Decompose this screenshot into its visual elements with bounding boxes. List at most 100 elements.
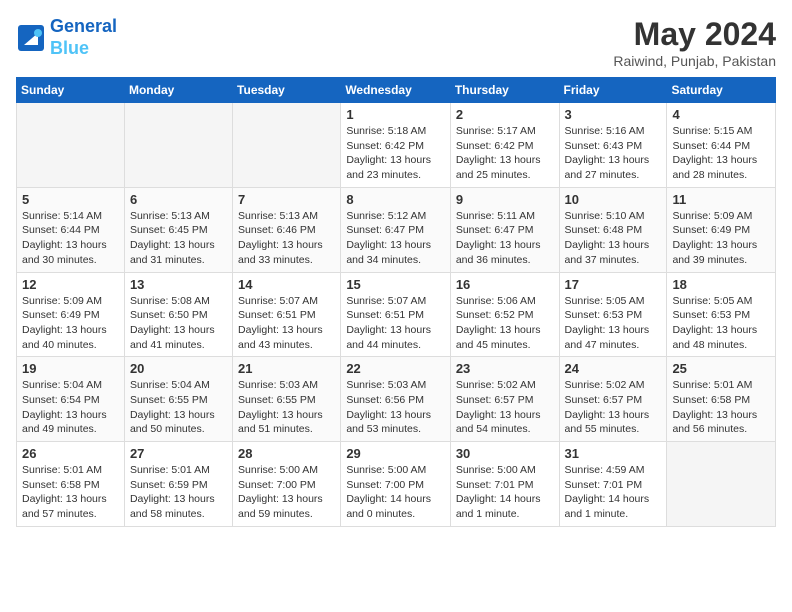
day-info: Sunrise: 5:07 AM Sunset: 6:51 PM Dayligh… (346, 294, 445, 353)
calendar-cell: 13 Sunrise: 5:08 AM Sunset: 6:50 PM Dayli… (124, 272, 232, 357)
day-number: 1 (346, 107, 445, 122)
weekday-header-monday: Monday (124, 78, 232, 103)
calendar-cell: 22Sunrise: 5:03 AM Sunset: 6:56 PM Dayli… (341, 357, 451, 442)
day-info: Sunrise: 5:00 AM Sunset: 7:01 PM Dayligh… (456, 463, 554, 522)
day-number: 28 (238, 446, 335, 461)
day-info: Sunrise: 5:16 AM Sunset: 6:43 PM Dayligh… (565, 124, 662, 183)
page-header: GeneralBlue May 2024 Raiwind, Punjab, Pa… (16, 16, 776, 69)
calendar-cell: 29 Sunrise: 5:00 AM Sunset: 7:00 PM Dayli… (341, 442, 451, 527)
day-info: Sunrise: 5:05 AM Sunset: 6:53 PM Dayligh… (672, 294, 770, 353)
calendar-cell: 16 Sunrise: 5:06 AM Sunset: 6:52 PM Dayli… (450, 272, 559, 357)
weekday-header-friday: Friday (559, 78, 667, 103)
day-info: Sunrise: 4:59 AM Sunset: 7:01 PM Dayligh… (565, 463, 662, 522)
day-number: 11 (672, 192, 770, 207)
day-info: Sunrise: 5:08 AM Sunset: 6:50 PM Dayligh… (130, 294, 227, 353)
day-info: Sunrise: 5:02 AM Sunset: 6:57 PM Dayligh… (565, 378, 662, 437)
calendar-cell: 11 Sunrise: 5:09 AM Sunset: 6:49 PM Dayli… (667, 187, 776, 272)
day-number: 6 (130, 192, 227, 207)
calendar-cell: 17 Sunrise: 5:05 AM Sunset: 6:53 PM Dayli… (559, 272, 667, 357)
day-number: 5 (22, 192, 119, 207)
day-info: Sunrise: 5:09 AM Sunset: 6:49 PM Dayligh… (22, 294, 119, 353)
day-number: 19 (22, 361, 119, 376)
day-number: 4 (672, 107, 770, 122)
calendar-cell: 15 Sunrise: 5:07 AM Sunset: 6:51 PM Dayli… (341, 272, 451, 357)
calendar-table: SundayMondayTuesdayWednesdayThursdayFrid… (16, 77, 776, 527)
calendar-cell: 25 Sunrise: 5:01 AM Sunset: 6:58 PM Dayli… (667, 357, 776, 442)
calendar-cell (124, 103, 232, 188)
weekday-header-row: SundayMondayTuesdayWednesdayThursdayFrid… (17, 78, 776, 103)
calendar-cell: 9Sunrise: 5:11 AM Sunset: 6:47 PM Daylig… (450, 187, 559, 272)
day-info: Sunrise: 5:18 AM Sunset: 6:42 PM Dayligh… (346, 124, 445, 183)
month-year-title: May 2024 (613, 16, 776, 53)
day-number: 30 (456, 446, 554, 461)
calendar-cell (233, 103, 341, 188)
day-number: 27 (130, 446, 227, 461)
day-info: Sunrise: 5:05 AM Sunset: 6:53 PM Dayligh… (565, 294, 662, 353)
day-number: 17 (565, 277, 662, 292)
day-info: Sunrise: 5:10 AM Sunset: 6:48 PM Dayligh… (565, 209, 662, 268)
weekday-header-saturday: Saturday (667, 78, 776, 103)
calendar-cell: 8 Sunrise: 5:12 AM Sunset: 6:47 PM Daylig… (341, 187, 451, 272)
day-info: Sunrise: 5:14 AM Sunset: 6:44 PM Dayligh… (22, 209, 119, 268)
day-info: Sunrise: 5:13 AM Sunset: 6:45 PM Dayligh… (130, 209, 227, 268)
day-number: 31 (565, 446, 662, 461)
calendar-cell: 7 Sunrise: 5:13 AM Sunset: 6:46 PM Daylig… (233, 187, 341, 272)
day-number: 2 (456, 107, 554, 122)
calendar-cell: 31 Sunrise: 4:59 AM Sunset: 7:01 PM Dayli… (559, 442, 667, 527)
calendar-cell: 20Sunrise: 5:04 AM Sunset: 6:55 PM Dayli… (124, 357, 232, 442)
calendar-cell: 3 Sunrise: 5:16 AM Sunset: 6:43 PM Daylig… (559, 103, 667, 188)
day-number: 8 (346, 192, 445, 207)
day-number: 9 (456, 192, 554, 207)
calendar-cell: 1 Sunrise: 5:18 AM Sunset: 6:42 PM Daylig… (341, 103, 451, 188)
calendar-cell: 24Sunrise: 5:02 AM Sunset: 6:57 PM Dayli… (559, 357, 667, 442)
day-info: Sunrise: 5:04 AM Sunset: 6:54 PM Dayligh… (22, 378, 119, 437)
calendar-week-row: 5 Sunrise: 5:14 AM Sunset: 6:44 PM Daylig… (17, 187, 776, 272)
day-number: 14 (238, 277, 335, 292)
day-number: 15 (346, 277, 445, 292)
day-info: Sunrise: 5:07 AM Sunset: 6:51 PM Dayligh… (238, 294, 335, 353)
calendar-cell: 28 Sunrise: 5:00 AM Sunset: 7:00 PM Dayli… (233, 442, 341, 527)
day-number: 7 (238, 192, 335, 207)
day-number: 16 (456, 277, 554, 292)
day-number: 13 (130, 277, 227, 292)
weekday-header-thursday: Thursday (450, 78, 559, 103)
calendar-cell: 23 Sunrise: 5:02 AM Sunset: 6:57 PM Dayli… (450, 357, 559, 442)
day-info: Sunrise: 5:03 AM Sunset: 6:56 PM Dayligh… (346, 378, 445, 437)
day-info: Sunrise: 5:03 AM Sunset: 6:55 PM Dayligh… (238, 378, 335, 437)
day-number: 21 (238, 361, 335, 376)
calendar-week-row: 12 Sunrise: 5:09 AM Sunset: 6:49 PM Dayli… (17, 272, 776, 357)
day-number: 29 (346, 446, 445, 461)
day-number: 26 (22, 446, 119, 461)
calendar-cell (667, 442, 776, 527)
day-info: Sunrise: 5:15 AM Sunset: 6:44 PM Dayligh… (672, 124, 770, 183)
day-info: Sunrise: 5:13 AM Sunset: 6:46 PM Dayligh… (238, 209, 335, 268)
calendar-cell (17, 103, 125, 188)
calendar-cell: 5 Sunrise: 5:14 AM Sunset: 6:44 PM Daylig… (17, 187, 125, 272)
day-number: 23 (456, 361, 554, 376)
calendar-cell: 30 Sunrise: 5:00 AM Sunset: 7:01 PM Dayli… (450, 442, 559, 527)
title-area: May 2024 Raiwind, Punjab, Pakistan (613, 16, 776, 69)
calendar-cell: 2Sunrise: 5:17 AM Sunset: 6:42 PM Daylig… (450, 103, 559, 188)
calendar-cell: 27 Sunrise: 5:01 AM Sunset: 6:59 PM Dayli… (124, 442, 232, 527)
calendar-cell: 10Sunrise: 5:10 AM Sunset: 6:48 PM Dayli… (559, 187, 667, 272)
day-info: Sunrise: 5:01 AM Sunset: 6:59 PM Dayligh… (130, 463, 227, 522)
calendar-cell: 26Sunrise: 5:01 AM Sunset: 6:58 PM Dayli… (17, 442, 125, 527)
day-info: Sunrise: 5:00 AM Sunset: 7:00 PM Dayligh… (238, 463, 335, 522)
calendar-week-row: 26Sunrise: 5:01 AM Sunset: 6:58 PM Dayli… (17, 442, 776, 527)
day-info: Sunrise: 5:04 AM Sunset: 6:55 PM Dayligh… (130, 378, 227, 437)
weekday-header-sunday: Sunday (17, 78, 125, 103)
day-number: 25 (672, 361, 770, 376)
calendar-week-row: 19 Sunrise: 5:04 AM Sunset: 6:54 PM Dayli… (17, 357, 776, 442)
logo-icon (16, 23, 46, 53)
day-info: Sunrise: 5:00 AM Sunset: 7:00 PM Dayligh… (346, 463, 445, 522)
day-number: 12 (22, 277, 119, 292)
logo-text: GeneralBlue (50, 16, 117, 59)
day-info: Sunrise: 5:12 AM Sunset: 6:47 PM Dayligh… (346, 209, 445, 268)
day-info: Sunrise: 5:02 AM Sunset: 6:57 PM Dayligh… (456, 378, 554, 437)
day-info: Sunrise: 5:09 AM Sunset: 6:49 PM Dayligh… (672, 209, 770, 268)
day-number: 3 (565, 107, 662, 122)
calendar-cell: 6 Sunrise: 5:13 AM Sunset: 6:45 PM Daylig… (124, 187, 232, 272)
day-info: Sunrise: 5:06 AM Sunset: 6:52 PM Dayligh… (456, 294, 554, 353)
location-subtitle: Raiwind, Punjab, Pakistan (613, 53, 776, 69)
day-info: Sunrise: 5:01 AM Sunset: 6:58 PM Dayligh… (672, 378, 770, 437)
